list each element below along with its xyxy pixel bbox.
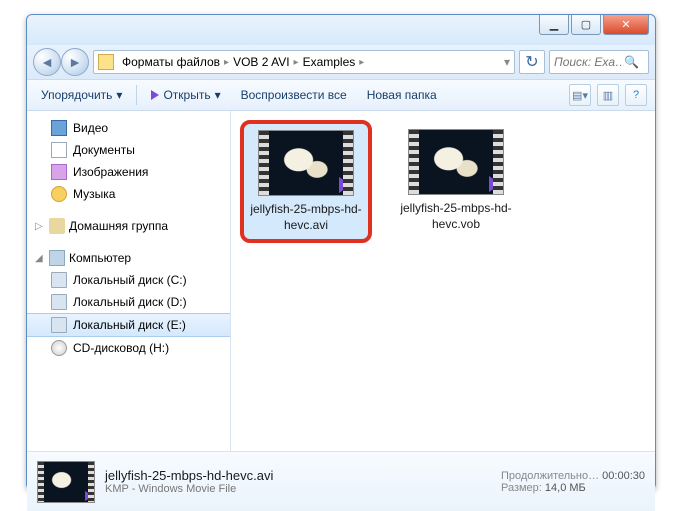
tree-item-disk-c[interactable]: Локальный диск (C:) xyxy=(27,269,230,291)
toolbar: Упорядочить▾ Открыть▾ Воспроизвести все … xyxy=(27,79,655,111)
file-name-label: jellyfish-25-mbps-hd-hevc.vob xyxy=(399,201,513,232)
search-input[interactable] xyxy=(554,55,624,69)
tree-group-homegroup[interactable]: ▷Домашняя группа xyxy=(27,215,230,237)
details-properties: Продолжительно… 00:00:30 Размер: 14,0 МБ xyxy=(501,470,645,494)
chevron-down-icon: ▾ xyxy=(582,89,588,102)
address-row: ◄ ► Форматы файлов ▸ VOB 2 AVI ▸ Example… xyxy=(27,45,655,79)
music-icon xyxy=(51,186,67,202)
disk-icon xyxy=(51,272,67,288)
tree-item-disk-d[interactable]: Локальный диск (D:) xyxy=(27,291,230,313)
file-item[interactable]: jellyfish-25-mbps-hd-hevc.vob xyxy=(393,123,519,238)
refresh-button[interactable]: ↻ xyxy=(519,50,545,74)
breadcrumb-seg[interactable]: VOB 2 AVI xyxy=(229,55,293,69)
search-box[interactable]: 🔍 xyxy=(549,50,649,74)
play-all-button[interactable]: Воспроизвести все xyxy=(235,84,353,106)
details-thumbnail xyxy=(37,461,95,503)
play-icon xyxy=(151,90,159,100)
open-button[interactable]: Открыть▾ xyxy=(145,84,226,106)
tree-group-computer[interactable]: ◢Компьютер xyxy=(27,247,230,269)
tree-item-documents[interactable]: Документы xyxy=(27,139,230,161)
video-thumbnail xyxy=(258,130,354,196)
separator xyxy=(136,85,137,105)
tree-item-images[interactable]: Изображения xyxy=(27,161,230,183)
new-folder-button[interactable]: Новая папка xyxy=(361,84,443,106)
chevron-right-icon: ▸ xyxy=(359,57,364,68)
play-overlay-icon xyxy=(85,491,93,501)
nav-forward-button[interactable]: ► xyxy=(61,48,89,76)
close-button[interactable]: ✕ xyxy=(603,15,649,35)
expander-icon[interactable]: ◢ xyxy=(35,253,45,264)
tree-item-music[interactable]: Музыка xyxy=(27,183,230,205)
document-icon xyxy=(51,142,67,158)
help-button[interactable]: ? xyxy=(625,84,647,106)
details-filetype: KMP - Windows Movie File xyxy=(105,483,491,495)
maximize-button[interactable]: ▢ xyxy=(571,15,601,35)
titlebar: ▁ ▢ ✕ xyxy=(27,15,655,45)
chevron-down-icon: ▾ xyxy=(215,88,221,102)
tree-item-cd-h[interactable]: CD-дисковод (H:) xyxy=(27,337,230,359)
tree-item-disk-e[interactable]: Локальный диск (E:) xyxy=(27,313,230,337)
cd-icon xyxy=(51,340,67,356)
minimize-button[interactable]: ▁ xyxy=(539,15,569,35)
explorer-window: ▁ ▢ ✕ ◄ ► Форматы файлов ▸ VOB 2 AVI ▸ E… xyxy=(26,14,656,490)
expander-icon[interactable]: ▷ xyxy=(35,221,45,232)
view-options-button[interactable]: ▤▾ xyxy=(569,84,591,106)
chevron-down-icon: ▾ xyxy=(116,88,122,102)
file-list[interactable]: jellyfish-25-mbps-hd-hevc.avi jellyfish-… xyxy=(231,111,655,451)
breadcrumb-seg[interactable]: Examples xyxy=(299,55,360,69)
search-icon: 🔍 xyxy=(624,55,639,69)
computer-icon xyxy=(49,250,65,266)
navigation-tree: Видео Документы Изображения Музыка ▷Дома… xyxy=(27,111,231,451)
image-icon xyxy=(51,164,67,180)
video-thumbnail xyxy=(408,129,504,195)
tree-item-videos[interactable]: Видео xyxy=(27,117,230,139)
organize-menu[interactable]: Упорядочить▾ xyxy=(35,84,128,106)
film-icon xyxy=(51,120,67,136)
play-overlay-icon xyxy=(339,177,351,193)
disk-icon xyxy=(51,317,67,333)
file-item[interactable]: jellyfish-25-mbps-hd-hevc.avi xyxy=(243,123,369,240)
preview-pane-button[interactable]: ▥ xyxy=(597,84,619,106)
details-pane: jellyfish-25-mbps-hd-hevc.avi KMP - Wind… xyxy=(27,451,655,511)
folder-icon xyxy=(98,54,114,70)
breadcrumb-seg[interactable]: Форматы файлов xyxy=(118,55,224,69)
address-bar[interactable]: Форматы файлов ▸ VOB 2 AVI ▸ Examples ▸ … xyxy=(93,50,515,74)
chevron-down-icon[interactable]: ▾ xyxy=(504,55,510,69)
nav-back-button[interactable]: ◄ xyxy=(33,48,61,76)
disk-icon xyxy=(51,294,67,310)
play-overlay-icon xyxy=(489,176,501,192)
file-name-label: jellyfish-25-mbps-hd-hevc.avi xyxy=(250,202,362,233)
details-filename: jellyfish-25-mbps-hd-hevc.avi xyxy=(105,468,491,483)
homegroup-icon xyxy=(49,218,65,234)
